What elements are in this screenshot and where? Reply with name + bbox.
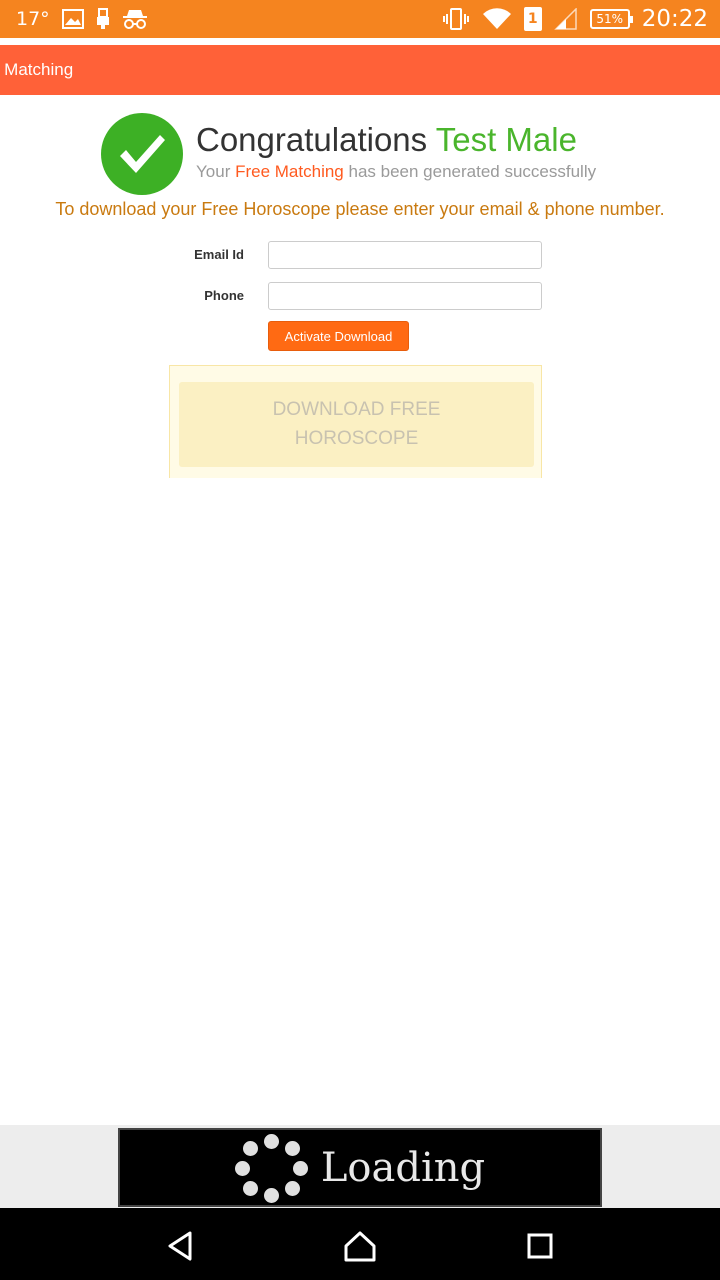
- back-icon[interactable]: [160, 1226, 200, 1266]
- congrats-word: Congratulations: [196, 121, 428, 158]
- loading-overlay: Loading: [118, 1128, 602, 1207]
- navigation-bar: [0, 1208, 720, 1280]
- spinner-icon: [234, 1133, 309, 1203]
- temperature: 17°: [16, 8, 50, 30]
- app-bar: e Matching: [0, 45, 720, 95]
- subline-prefix: Your: [196, 162, 231, 181]
- email-label: Email Id: [194, 247, 244, 262]
- app-bar-title: e Matching: [0, 60, 74, 79]
- download-panel: DOWNLOAD FREE HOROSCOPE: [169, 365, 542, 478]
- divider: [0, 38, 720, 45]
- loading-area: Loading: [0, 1125, 720, 1208]
- main-content: Congratulations Test Male Your Free Matc…: [0, 95, 720, 1125]
- clock: 20:22: [641, 6, 708, 32]
- email-field[interactable]: [268, 241, 542, 269]
- sim-icon: 1: [523, 7, 542, 31]
- activate-download-button[interactable]: Activate Download: [268, 321, 409, 351]
- download-instruction: To download your Free Horoscope please e…: [55, 199, 665, 219]
- subline-accent: Free Matching: [235, 162, 344, 181]
- download-line-1: DOWNLOAD FREE: [272, 399, 441, 420]
- signal-icon: [553, 8, 578, 30]
- vibrate-icon: [442, 8, 470, 30]
- user-name: Test Male: [435, 121, 577, 158]
- image-icon: [61, 9, 84, 29]
- subline-suffix: has been generated successfully: [348, 162, 597, 181]
- phone-label: Phone: [204, 288, 244, 303]
- success-check-icon: [101, 113, 183, 195]
- usb-icon: [96, 8, 110, 30]
- recents-icon[interactable]: [520, 1226, 560, 1266]
- incognito-icon: [122, 8, 148, 30]
- status-bar: 17° 1 51% 20:22: [0, 0, 720, 38]
- phone-field[interactable]: [268, 282, 542, 310]
- congrats-heading: Congratulations Test Male: [196, 121, 577, 159]
- wifi-icon: [482, 7, 512, 31]
- download-line-2: HOROSCOPE: [294, 428, 419, 449]
- download-horoscope-button[interactable]: DOWNLOAD FREE HOROSCOPE: [179, 382, 534, 467]
- battery-icon: 51%: [589, 9, 633, 29]
- loading-text: Loading: [320, 1144, 486, 1191]
- success-subline: Your Free Matching has been generated su…: [196, 162, 596, 182]
- home-icon[interactable]: [340, 1226, 380, 1266]
